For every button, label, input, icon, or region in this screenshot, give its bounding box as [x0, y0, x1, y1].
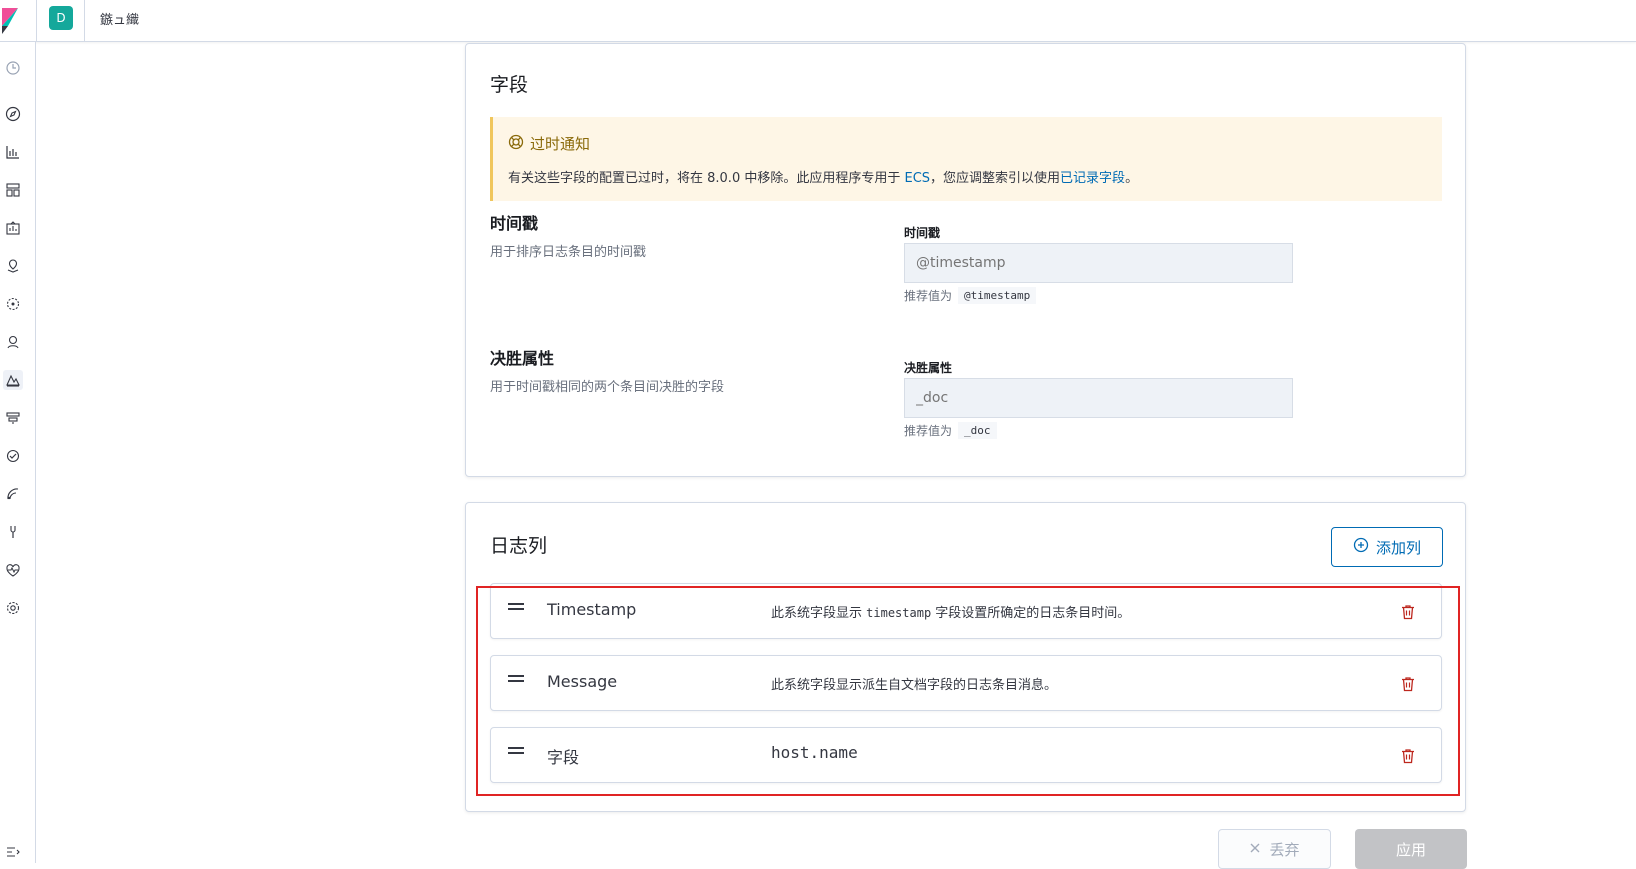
timestamp-field-label: 时间戳 — [904, 226, 941, 240]
machine-learning-icon[interactable] — [3, 294, 23, 314]
ecs-link[interactable]: ECS — [904, 171, 930, 186]
fields-panel: 字段 过时通知 有关这些字段的配置已过时，将在 8.0.0 中移除。此应用程序专… — [465, 43, 1466, 477]
tiebreaker-help-text: 推荐值为 _doc — [904, 422, 997, 439]
space-avatar[interactable]: D — [49, 6, 73, 30]
discover-compass-icon[interactable] — [3, 104, 23, 124]
collapse-nav-icon[interactable] — [3, 842, 23, 862]
deprecation-callout: 过时通知 有关这些字段的配置已过时，将在 8.0.0 中移除。此应用程序专用于 … — [490, 117, 1442, 201]
timestamp-help-prefix: 推荐值为 — [904, 289, 953, 303]
dashboard-icon[interactable] — [3, 180, 23, 200]
log-columns-title: 日志列 — [490, 535, 548, 557]
canvas-icon[interactable] — [3, 218, 23, 238]
annotation-highlight-box — [476, 586, 1460, 796]
timestamp-setting-title: 时间戳 — [490, 214, 539, 233]
add-column-label: 添加列 — [1375, 538, 1421, 557]
timestamp-help-text: 推荐值为 @timestamp — [904, 287, 1037, 304]
documented-fields-link[interactable]: 已记录字段 — [1060, 171, 1125, 186]
tiebreaker-help-prefix: 推荐值为 — [904, 424, 953, 438]
timestamp-help-code: @timestamp — [958, 287, 1037, 304]
visualize-chart-icon[interactable] — [3, 142, 23, 162]
help-lifebuoy-icon — [508, 134, 524, 154]
kibana-logo-icon[interactable] — [0, 0, 24, 42]
breadcrumb[interactable]: 鏃ュ織 — [100, 9, 139, 28]
header-divider — [84, 0, 85, 42]
tiebreaker-field-label: 决胜属性 — [904, 361, 953, 375]
fields-section-title: 字段 — [490, 74, 529, 96]
management-gear-icon[interactable] — [3, 598, 23, 618]
add-column-button[interactable]: 添加列 — [1331, 527, 1443, 567]
apply-button[interactable]: 应用 — [1355, 829, 1467, 869]
monitoring-heartbeat-icon[interactable] — [3, 560, 23, 580]
header-divider — [36, 0, 37, 42]
plus-circle-icon — [1353, 537, 1369, 557]
callout-title-text: 过时通知 — [530, 135, 591, 153]
callout-body-prefix: 有关这些字段的配置已过时，将在 8.0.0 中移除。此应用程序专用于 — [508, 171, 905, 186]
discard-label: 丢弃 — [1269, 840, 1300, 859]
side-nav — [0, 42, 36, 863]
apm-icon[interactable] — [3, 408, 23, 428]
recent-clock-icon[interactable] — [3, 58, 23, 78]
infrastructure-icon[interactable] — [3, 332, 23, 352]
close-icon — [1249, 840, 1261, 858]
dev-tools-icon[interactable] — [3, 522, 23, 542]
siem-icon[interactable] — [3, 484, 23, 504]
top-header: D 鏃ュ織 — [0, 0, 1636, 42]
timestamp-field-input[interactable] — [904, 243, 1293, 283]
callout-body: 有关这些字段的配置已过时，将在 8.0.0 中移除。此应用程序专用于 ECS，您… — [508, 167, 1138, 186]
callout-title: 过时通知 — [508, 133, 590, 154]
tiebreaker-setting-description: 用于时间戳相同的两个条目间决胜的字段 — [490, 380, 725, 395]
tiebreaker-help-code: _doc — [958, 422, 997, 439]
logs-icon[interactable] — [3, 370, 23, 390]
timestamp-setting-description: 用于排序日志条目的时间戳 — [490, 245, 647, 260]
tiebreaker-field-input[interactable] — [904, 378, 1293, 418]
discard-button[interactable]: 丢弃 — [1218, 829, 1331, 869]
callout-body-suffix: 。 — [1125, 171, 1139, 186]
callout-body-middle: ，您应调整索引以使用 — [930, 171, 1061, 186]
tiebreaker-setting-title: 决胜属性 — [490, 349, 555, 368]
uptime-icon[interactable] — [3, 446, 23, 466]
maps-icon[interactable] — [3, 256, 23, 276]
